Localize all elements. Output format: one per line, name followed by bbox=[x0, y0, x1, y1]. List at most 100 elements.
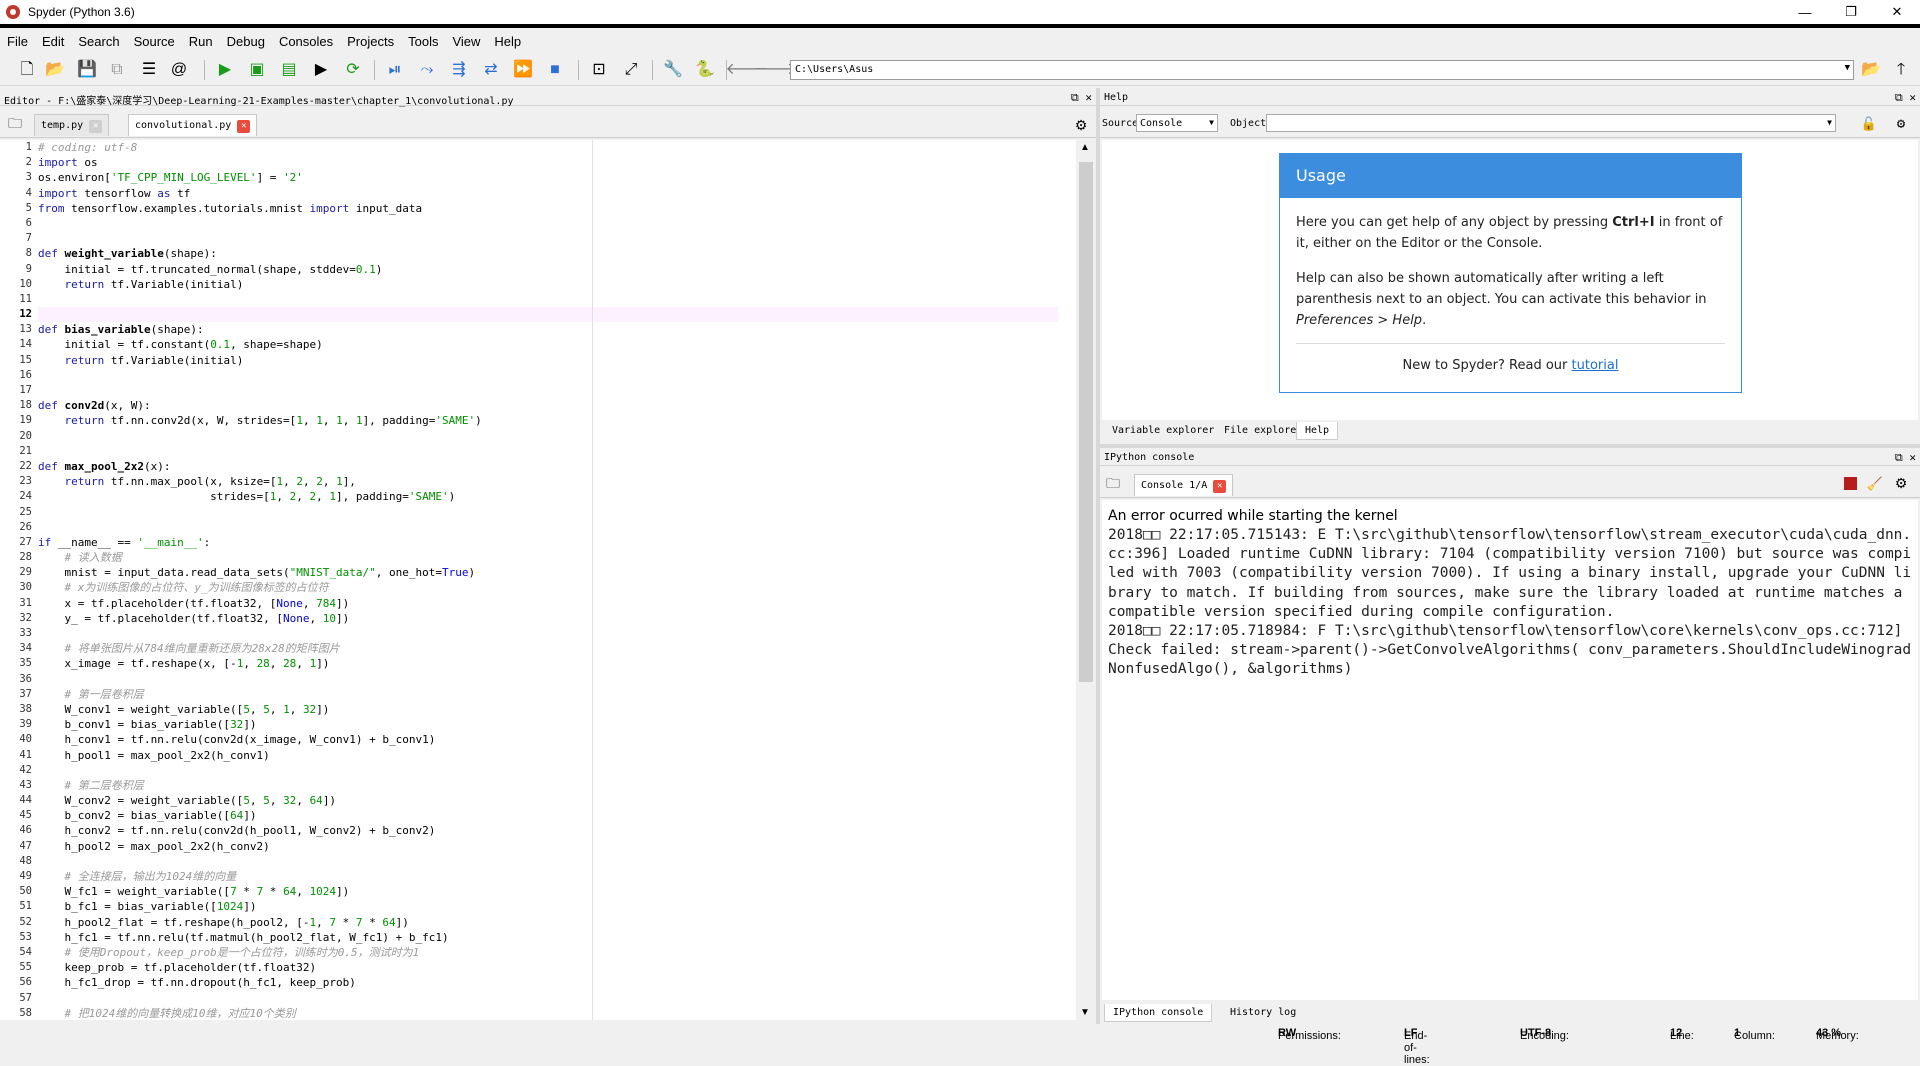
code-line[interactable]: # x为训练图像的占位符、y_为训练图像标签的占位符 bbox=[38, 580, 1058, 595]
tab-history-log[interactable]: History log bbox=[1222, 1004, 1304, 1022]
code-line[interactable] bbox=[38, 307, 1058, 323]
code-line[interactable]: h_conv2 = tf.nn.relu(conv2d(h_pool1, W_c… bbox=[38, 823, 1058, 838]
code-line[interactable]: x = tf.placeholder(tf.float32, [None, 78… bbox=[38, 596, 1058, 611]
tab-variable-explorer[interactable]: Variable explorer bbox=[1104, 422, 1222, 440]
code-line[interactable] bbox=[38, 626, 1058, 641]
browse-folder-icon[interactable]: 📂 bbox=[1860, 59, 1882, 81]
menu-consoles[interactable]: Consoles bbox=[272, 34, 340, 49]
close-window-button[interactable]: ✕ bbox=[1874, 0, 1920, 24]
code-line[interactable] bbox=[38, 231, 1058, 246]
code-line[interactable]: def bias_variable(shape): bbox=[38, 322, 1058, 337]
browse-tabs-icon[interactable]: 🗀 bbox=[1102, 472, 1124, 494]
tab-console-1a[interactable]: Console 1/A ✕ bbox=[1134, 474, 1234, 496]
editor-options-gear-icon[interactable]: ⚙ bbox=[1070, 114, 1092, 136]
menu-file[interactable]: File bbox=[0, 34, 35, 49]
code-line[interactable]: b_fc1 = bias_variable([1024]) bbox=[38, 899, 1058, 914]
code-line[interactable]: b_conv1 = bias_variable([32]) bbox=[38, 717, 1058, 732]
code-line[interactable]: h_pool1 = max_pool_2x2(h_conv1) bbox=[38, 748, 1058, 763]
menu-help[interactable]: Help bbox=[487, 34, 528, 49]
menu-debug[interactable]: Debug bbox=[220, 34, 272, 49]
maximize-pane-icon[interactable]: ⊡ bbox=[588, 59, 610, 81]
fullscreen-icon[interactable]: ⤢ bbox=[620, 59, 642, 81]
rerun-icon[interactable]: ⟳ bbox=[342, 59, 364, 81]
menu-source[interactable]: Source bbox=[127, 34, 182, 49]
code-line[interactable] bbox=[38, 216, 1058, 231]
code-line[interactable]: h_conv1 = tf.nn.relu(conv2d(x_image, W_c… bbox=[38, 732, 1058, 747]
editor-scrollbar[interactable]: ▲ ▼ bbox=[1076, 140, 1096, 1020]
code-line[interactable]: h_fc1 = tf.nn.relu(tf.matmul(h_pool2_fla… bbox=[38, 930, 1058, 945]
code-editor[interactable]: 1 2 3 4 5 6 7 8 9 10 11 12 13 14 15 16 17 18 19 20 21 22 23 24 2… bbox=[0, 140, 1076, 1020]
menu-view[interactable]: View bbox=[445, 34, 487, 49]
run-cell-icon[interactable]: ▣ bbox=[246, 59, 268, 81]
tab-help[interactable]: Help bbox=[1296, 422, 1339, 440]
code-line[interactable]: keep_prob = tf.placeholder(tf.float32) bbox=[38, 960, 1058, 975]
help-pane-controls[interactable]: ⧉ ✕ bbox=[1895, 91, 1916, 105]
code-line[interactable]: return tf.nn.conv2d(x, W, strides=[1, 1,… bbox=[38, 413, 1058, 428]
code-line[interactable] bbox=[38, 672, 1058, 687]
code-line[interactable]: h_pool2 = max_pool_2x2(h_conv2) bbox=[38, 839, 1058, 854]
menu-search[interactable]: Search bbox=[71, 34, 126, 49]
chevron-down-icon[interactable]: ▼ bbox=[1845, 63, 1850, 73]
code-line[interactable] bbox=[38, 368, 1058, 383]
close-tab-icon[interactable]: ✕ bbox=[237, 120, 251, 133]
step-into-icon[interactable]: ⇶ bbox=[448, 59, 470, 81]
code-line[interactable]: # 全连接层，输出为1024维的向量 bbox=[38, 869, 1058, 884]
code-line[interactable]: if __name__ == '__main__': bbox=[38, 535, 1058, 550]
code-line[interactable]: import os bbox=[38, 155, 1058, 170]
file-list-icon[interactable]: ☰ bbox=[138, 59, 160, 81]
code-line[interactable]: mnist = input_data.read_data_sets("MNIST… bbox=[38, 565, 1058, 580]
tab-ipython-console[interactable]: IPython console bbox=[1104, 1004, 1213, 1022]
scrollbar-thumb[interactable] bbox=[1079, 162, 1093, 682]
code-line[interactable]: x_image = tf.reshape(x, [-1, 28, 28, 1]) bbox=[38, 656, 1058, 671]
parent-dir-icon[interactable]: 🡑 bbox=[1890, 59, 1912, 81]
help-options-gear-icon[interactable]: ⚙ bbox=[1890, 113, 1912, 135]
new-file-icon[interactable]: 🗋 bbox=[16, 59, 38, 81]
horizontal-splitter[interactable] bbox=[1100, 444, 1920, 448]
code-line[interactable]: initial = tf.constant(0.1, shape=shape) bbox=[38, 337, 1058, 352]
at-icon[interactable]: @ bbox=[168, 59, 190, 81]
menu-projects[interactable]: Projects bbox=[340, 34, 401, 49]
step-return-icon[interactable]: ⇄ bbox=[480, 59, 502, 81]
stop-debug-icon[interactable]: ■ bbox=[544, 59, 566, 81]
code-line[interactable]: initial = tf.truncated_normal(shape, std… bbox=[38, 262, 1058, 277]
code-line[interactable]: def max_pool_2x2(x): bbox=[38, 459, 1058, 474]
code-line[interactable]: h_fc1_drop = tf.nn.dropout(h_fc1, keep_p… bbox=[38, 975, 1058, 990]
code-line[interactable]: y_ = tf.placeholder(tf.float32, [None, 1… bbox=[38, 611, 1058, 626]
python-path-icon[interactable]: 🐍 bbox=[694, 59, 716, 81]
code-line[interactable]: W_fc1 = weight_variable([7 * 7 * 64, 102… bbox=[38, 884, 1058, 899]
minimize-button[interactable]: — bbox=[1782, 0, 1828, 24]
code-line[interactable]: def weight_variable(shape): bbox=[38, 246, 1058, 261]
close-tab-icon[interactable]: ✕ bbox=[89, 120, 103, 133]
code-line[interactable]: return tf.Variable(initial) bbox=[38, 353, 1058, 368]
run-selection-icon[interactable]: ▶ bbox=[310, 59, 332, 81]
run-cell-advance-icon[interactable]: ▤ bbox=[278, 59, 300, 81]
code-line[interactable] bbox=[38, 763, 1058, 778]
run-icon[interactable]: ▶ bbox=[214, 59, 236, 81]
code-line[interactable]: return tf.nn.max_pool(x, ksize=[1, 2, 2,… bbox=[38, 474, 1058, 489]
code-line[interactable] bbox=[38, 520, 1058, 535]
code-line[interactable] bbox=[38, 854, 1058, 869]
menu-run[interactable]: Run bbox=[182, 34, 220, 49]
close-tab-icon[interactable]: ✕ bbox=[1213, 480, 1227, 493]
code-line[interactable] bbox=[38, 991, 1058, 1006]
menu-edit[interactable]: Edit bbox=[35, 34, 71, 49]
code-line[interactable]: # 把1024维的向量转换成10维，对应10个类别 bbox=[38, 1006, 1058, 1020]
console-pane-controls[interactable]: ⧉ ✕ bbox=[1895, 451, 1916, 465]
code-line[interactable] bbox=[38, 444, 1058, 459]
forward-arrow-icon[interactable]: 🡒 bbox=[754, 59, 797, 81]
tab-temp-py[interactable]: temp.py ✕ bbox=[34, 114, 110, 136]
maximize-button[interactable]: ❐ bbox=[1828, 0, 1874, 24]
debug-icon[interactable]: ⏯ bbox=[384, 59, 406, 81]
editor-pane-controls[interactable]: ⧉ ✕ bbox=[1071, 91, 1092, 105]
menu-tools[interactable]: Tools bbox=[401, 34, 445, 49]
scroll-down-icon[interactable]: ▼ bbox=[1080, 1007, 1090, 1018]
save-icon[interactable]: 💾 bbox=[76, 59, 98, 81]
console-options-gear-icon[interactable]: ⚙ bbox=[1890, 472, 1912, 494]
code-line[interactable]: # coding: utf-8 bbox=[38, 140, 1058, 155]
code-line[interactable]: # 读入数据 bbox=[38, 550, 1058, 565]
code-lines[interactable]: # coding: utf-8 import os os.environ['TF_C… bbox=[38, 140, 1058, 1020]
open-file-icon[interactable]: 📂 bbox=[44, 59, 66, 81]
code-line[interactable] bbox=[38, 505, 1058, 520]
browse-tabs-icon[interactable]: 🗀 bbox=[4, 112, 26, 134]
code-line[interactable]: os.environ['TF_CPP_MIN_LOG_LEVEL'] = '2' bbox=[38, 170, 1058, 185]
